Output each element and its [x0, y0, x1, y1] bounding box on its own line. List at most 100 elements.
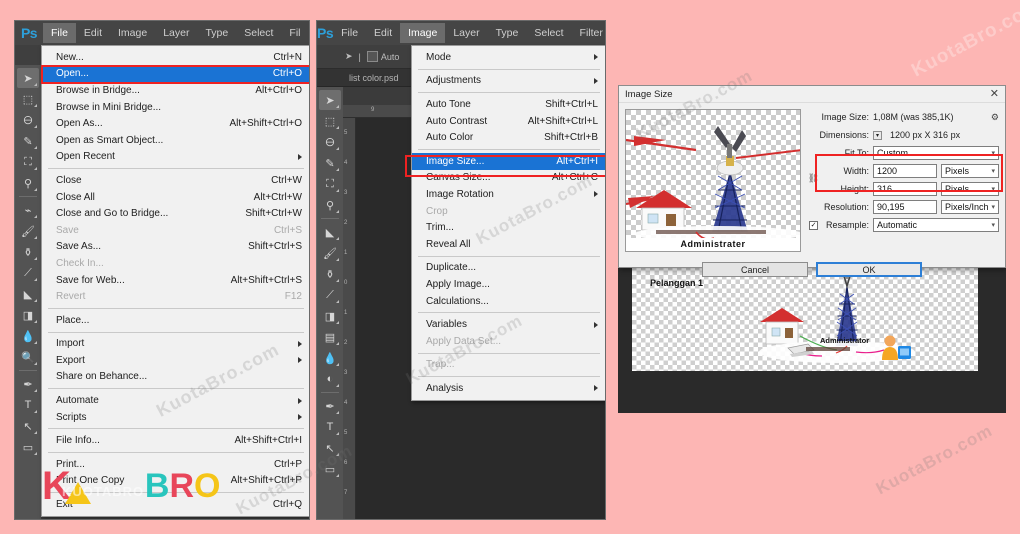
menu-layer[interactable]: Layer [445, 23, 487, 43]
image-preview[interactable]: Administrater [625, 109, 801, 252]
lasso-tool[interactable]: 🜔 [319, 132, 341, 152]
clone-stamp-tool[interactable]: ⚱ [17, 242, 39, 262]
lasso-tool[interactable]: 🜔 [17, 110, 39, 130]
menu-edit[interactable]: Edit [76, 23, 110, 43]
panel2-menubar[interactable]: File Edit Image Layer Type Select Filter… [333, 21, 605, 45]
resolution-input[interactable]: 90,195 [873, 200, 937, 214]
history-brush-tool[interactable]: ⟋ [17, 263, 39, 283]
menu-item-trim[interactable]: Trim... [412, 219, 605, 236]
rectangle-tool[interactable]: ▭ [319, 459, 341, 479]
menu-item-file-info[interactable]: File Info... Alt+Shift+Ctrl+I [42, 432, 309, 449]
menu-item-import[interactable]: Import [42, 336, 309, 353]
menu-select[interactable]: Select [526, 23, 571, 43]
menu-item-save-for-web[interactable]: Save for Web... Alt+Shift+Ctrl+S [42, 272, 309, 289]
brush-tool[interactable]: 🖌 [319, 243, 341, 263]
pen-tool[interactable]: ✒ [319, 396, 341, 416]
menu-item-canvas-size[interactable]: Canvas Size... Alt+Ctrl+C [412, 170, 605, 187]
menu-item-calculations[interactable]: Calculations... [412, 293, 605, 310]
dodge-tool[interactable]: ◐ [319, 369, 341, 389]
gear-icon[interactable]: ⚙ [991, 112, 999, 123]
menu-item-share-on-behance[interactable]: Share on Behance... [42, 369, 309, 386]
cancel-button[interactable]: Cancel [702, 262, 808, 277]
blur-tool[interactable]: 💧 [17, 326, 39, 346]
eyedropper-tool[interactable]: ⚲ [17, 173, 39, 193]
menu-layer[interactable]: Layer [155, 23, 197, 43]
eyedropper-tool[interactable]: ⚲ [319, 195, 341, 215]
ok-button[interactable]: OK [816, 262, 922, 277]
menu-item-apply-image[interactable]: Apply Image... [412, 276, 605, 293]
height-unit-select[interactable]: Pixels ▾ [941, 182, 999, 196]
quick-selection-tool[interactable]: ✎ [319, 153, 341, 173]
menu-item-automate[interactable]: Automate [42, 392, 309, 409]
width-input[interactable]: 1200 [873, 164, 937, 178]
menu-item-print-one-copy[interactable]: Print One Copy Alt+Shift+Ctrl+P [42, 473, 309, 490]
marquee-tool[interactable]: ⬚ [319, 111, 341, 131]
file-dropdown-menu[interactable]: New... Ctrl+N Open... Ctrl+O Browse in B… [41, 45, 309, 517]
link-constrain-icon[interactable]: ⛓ [808, 173, 819, 184]
panel2-toolbar[interactable]: ➤ ⬚ 🜔 ✎ ⛶ ⚲ ◣ 🖌 ⚱ ⟋ ◨ ▤ 💧 ◐ ✒ T ↖ ▭ [317, 87, 343, 519]
panel3-canvas-area[interactable]: Pelanggan 1 Administrator [618, 263, 1006, 413]
menu-filter[interactable]: Filter [572, 23, 605, 43]
menu-item-open-recent[interactable]: Open Recent [42, 149, 309, 166]
menu-item-auto-color[interactable]: Auto Color Shift+Ctrl+B [412, 129, 605, 146]
type-tool[interactable]: T [17, 395, 39, 415]
close-icon[interactable]: ✕ [990, 88, 999, 100]
pen-tool[interactable]: ✒ [17, 374, 39, 394]
menu-item-auto-contrast[interactable]: Auto Contrast Alt+Shift+Ctrl+L [412, 113, 605, 130]
path-selection-tool[interactable]: ↖ [17, 416, 39, 436]
menu-edit[interactable]: Edit [366, 23, 400, 43]
type-tool[interactable]: T [319, 417, 341, 437]
menu-item-image-rotation[interactable]: Image Rotation [412, 186, 605, 203]
resolution-unit-select[interactable]: Pixels/Inch ▾ [941, 200, 999, 214]
rectangle-tool[interactable]: ▭ [17, 437, 39, 457]
fit-to-select[interactable]: Custom ▾ [873, 146, 999, 160]
auto-select-checkbox[interactable]: Auto [366, 51, 399, 62]
clone-stamp-tool[interactable]: ⚱ [319, 264, 341, 284]
menu-item-reveal-all[interactable]: Reveal All [412, 236, 605, 253]
dimensions-dropdown-icon[interactable]: ▾ [873, 130, 883, 140]
menu-select[interactable]: Select [236, 23, 281, 43]
menu-item-adjustments[interactable]: Adjustments [412, 73, 605, 90]
menu-item-export[interactable]: Export [42, 352, 309, 369]
menu-item-save-as[interactable]: Save As... Shift+Ctrl+S [42, 239, 309, 256]
menu-image[interactable]: Image [400, 23, 446, 43]
resample-checkbox[interactable]: ✓ [809, 220, 818, 230]
move-tool[interactable]: ➤ [17, 68, 39, 88]
gradient-tool[interactable]: ◨ [17, 305, 39, 325]
document-tab-list-color-psd[interactable]: list color.psd [343, 73, 399, 83]
crop-tool[interactable]: ⛶ [319, 174, 341, 194]
panel1-toolbar[interactable]: ➤ ⬚ 🜔 ✎ ⛶ ⚲ ⌁ 🖌 ⚱ ⟋ ◣ ◨ 💧 🔍 ✒ T ↖ ▭ [15, 65, 41, 519]
menu-item-variables[interactable]: Variables [412, 316, 605, 333]
menu-type[interactable]: Type [197, 23, 236, 43]
menu-filter[interactable]: Fil [281, 23, 308, 43]
eraser-tool[interactable]: ◨ [319, 306, 341, 326]
menu-item-open-as-smart-object[interactable]: Open as Smart Object... [42, 132, 309, 149]
menu-item-browse-in-mini-bridge[interactable]: Browse in Mini Bridge... [42, 99, 309, 116]
healing-brush-tool[interactable]: ◣ [319, 222, 341, 242]
history-brush-tool[interactable]: ⟋ [319, 285, 341, 305]
gradient-tool[interactable]: ▤ [319, 327, 341, 347]
menu-file[interactable]: File [43, 23, 76, 43]
menu-item-print[interactable]: Print... Ctrl+P [42, 456, 309, 473]
menu-file[interactable]: File [333, 23, 366, 43]
zoom-tool[interactable]: 🔍 [17, 347, 39, 367]
menu-item-open-as[interactable]: Open As... Alt+Shift+Ctrl+O [42, 115, 309, 132]
height-input[interactable]: 316 [873, 182, 937, 196]
menu-item-close-all[interactable]: Close All Alt+Ctrl+W [42, 189, 309, 206]
menu-item-mode[interactable]: Mode [412, 49, 605, 66]
eraser-tool[interactable]: ◣ [17, 284, 39, 304]
resample-select[interactable]: Automatic ▾ [873, 218, 999, 232]
healing-brush-tool[interactable]: ⌁ [17, 200, 39, 220]
width-unit-select[interactable]: Pixels ▾ [941, 164, 999, 178]
menu-item-analysis[interactable]: Analysis [412, 380, 605, 397]
menu-type[interactable]: Type [488, 23, 527, 43]
menu-item-scripts[interactable]: Scripts [42, 409, 309, 426]
menu-item-auto-tone[interactable]: Auto Tone Shift+Ctrl+L [412, 96, 605, 113]
crop-tool[interactable]: ⛶ [17, 152, 39, 172]
move-tool[interactable]: ➤ [319, 90, 341, 110]
menu-item-browse-in-bridge[interactable]: Browse in Bridge... Alt+Ctrl+O [42, 82, 309, 99]
menu-item-exit[interactable]: Exit Ctrl+Q [42, 496, 309, 513]
path-selection-tool[interactable]: ↖ [319, 438, 341, 458]
move-tool-icon[interactable]: ➤ [345, 51, 353, 62]
marquee-tool[interactable]: ⬚ [17, 89, 39, 109]
